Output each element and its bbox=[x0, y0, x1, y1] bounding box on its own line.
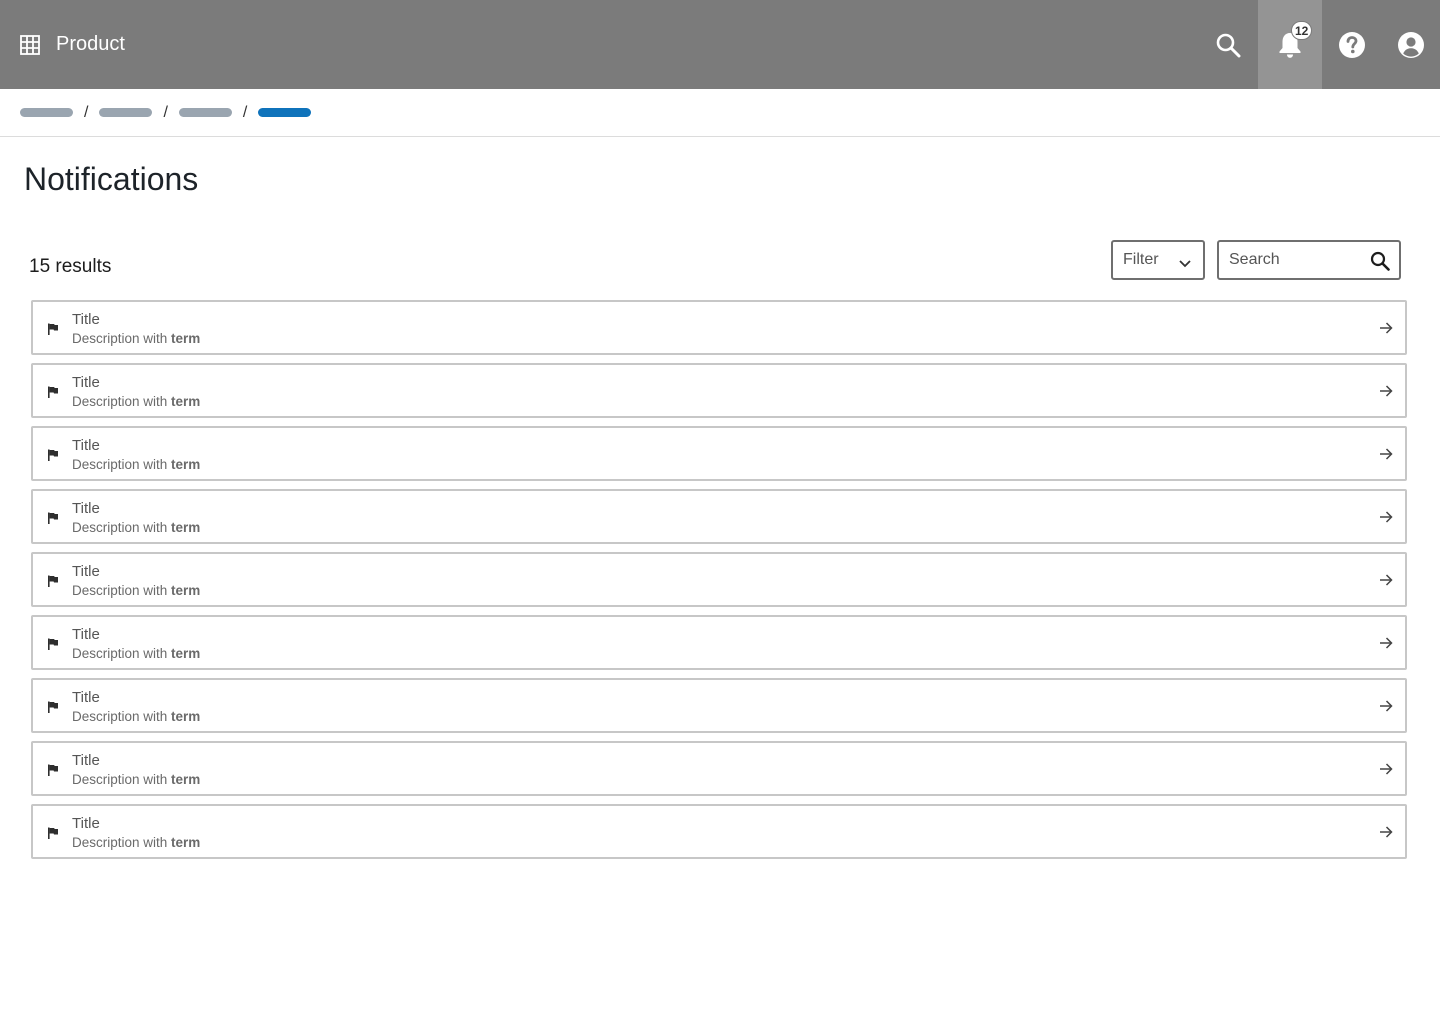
page-title: Notifications bbox=[24, 161, 199, 197]
search-button[interactable] bbox=[1198, 0, 1258, 89]
notification-term: term bbox=[171, 772, 201, 787]
flag-icon bbox=[47, 448, 59, 466]
chevron-down-icon bbox=[1179, 255, 1191, 273]
notification-item[interactable]: Title Description with term bbox=[31, 426, 1407, 481]
flag-icon bbox=[47, 700, 59, 718]
notification-list: Title Description with term Title Descri… bbox=[31, 300, 1407, 867]
filter-dropdown[interactable]: Filter bbox=[1111, 240, 1205, 280]
filter-label: Filter bbox=[1123, 251, 1159, 268]
account-button[interactable] bbox=[1382, 0, 1440, 89]
notification-item[interactable]: Title Description with term bbox=[31, 741, 1407, 796]
arrow-right-icon bbox=[1379, 825, 1393, 843]
notification-description: Description with term bbox=[72, 835, 201, 850]
notification-term: term bbox=[171, 394, 201, 409]
notification-term: term bbox=[171, 835, 201, 850]
user-avatar-icon bbox=[1397, 31, 1425, 59]
flag-icon bbox=[47, 511, 59, 529]
top-bar: Product 12 bbox=[0, 0, 1440, 89]
notification-item[interactable]: Title Description with term bbox=[31, 363, 1407, 418]
notification-title: Title bbox=[72, 626, 100, 643]
arrow-right-icon bbox=[1379, 636, 1393, 654]
arrow-right-icon bbox=[1379, 762, 1393, 780]
breadcrumb-separator: / bbox=[242, 103, 248, 121]
notification-term: term bbox=[171, 646, 201, 661]
breadcrumb-separator: / bbox=[84, 103, 89, 121]
notification-count-badge: 12 bbox=[1291, 21, 1313, 40]
notification-title: Title bbox=[72, 689, 100, 706]
notification-title: Title bbox=[72, 752, 100, 769]
search-field bbox=[1217, 240, 1401, 280]
notification-title: Title bbox=[72, 311, 100, 328]
arrow-right-icon bbox=[1379, 699, 1393, 717]
flag-icon bbox=[47, 322, 59, 340]
breadcrumb: / / / bbox=[0, 89, 1440, 137]
arrow-right-icon bbox=[1379, 447, 1393, 465]
flag-icon bbox=[47, 826, 59, 844]
breadcrumb-item-1[interactable] bbox=[20, 108, 73, 117]
notification-term: term bbox=[171, 331, 201, 346]
search-input[interactable] bbox=[1229, 242, 1369, 278]
notification-item[interactable]: Title Description with term bbox=[31, 678, 1407, 733]
flag-icon bbox=[47, 385, 59, 403]
notification-item[interactable]: Title Description with term bbox=[31, 804, 1407, 859]
notification-item[interactable]: Title Description with term bbox=[31, 489, 1407, 544]
top-actions: 12 bbox=[1198, 0, 1440, 89]
notification-title: Title bbox=[72, 437, 100, 454]
arrow-right-icon bbox=[1379, 573, 1393, 591]
search-icon bbox=[1215, 32, 1241, 58]
notification-description: Description with term bbox=[72, 583, 201, 598]
breadcrumb-item-3[interactable] bbox=[178, 108, 232, 117]
product-switcher[interactable]: Product bbox=[20, 33, 125, 56]
notification-description: Description with term bbox=[72, 331, 201, 346]
flag-icon bbox=[47, 763, 59, 781]
notification-item[interactable]: Title Description with term bbox=[31, 552, 1407, 607]
notification-term: term bbox=[171, 709, 201, 724]
notification-term: term bbox=[171, 457, 201, 472]
search-icon[interactable] bbox=[1370, 251, 1390, 276]
notification-description: Description with term bbox=[72, 709, 201, 724]
grid-icon bbox=[20, 34, 40, 55]
notifications-button[interactable]: 12 bbox=[1258, 0, 1322, 89]
notification-term: term bbox=[171, 583, 201, 598]
help-icon bbox=[1338, 31, 1366, 59]
product-name: Product bbox=[56, 33, 125, 55]
notification-title: Title bbox=[72, 563, 100, 580]
notification-title: Title bbox=[72, 815, 100, 832]
notification-description: Description with term bbox=[72, 646, 201, 661]
notification-description: Description with term bbox=[72, 457, 201, 472]
notification-title: Title bbox=[72, 374, 100, 391]
notification-item[interactable]: Title Description with term bbox=[31, 615, 1407, 670]
arrow-right-icon bbox=[1379, 510, 1393, 528]
notification-description: Description with term bbox=[72, 520, 201, 535]
help-button[interactable] bbox=[1322, 0, 1382, 89]
arrow-right-icon bbox=[1379, 384, 1393, 402]
notification-description: Description with term bbox=[72, 772, 201, 787]
breadcrumb-item-2[interactable] bbox=[99, 108, 153, 117]
notification-item[interactable]: Title Description with term bbox=[31, 300, 1407, 355]
breadcrumb-item-current bbox=[258, 108, 312, 117]
notification-description: Description with term bbox=[72, 394, 201, 409]
notification-term: term bbox=[171, 520, 201, 535]
breadcrumb-separator: / bbox=[163, 103, 168, 121]
results-count: 15 results bbox=[29, 256, 112, 277]
notification-title: Title bbox=[72, 500, 100, 517]
arrow-right-icon bbox=[1379, 321, 1393, 339]
flag-icon bbox=[47, 574, 59, 592]
flag-icon bbox=[47, 637, 59, 655]
